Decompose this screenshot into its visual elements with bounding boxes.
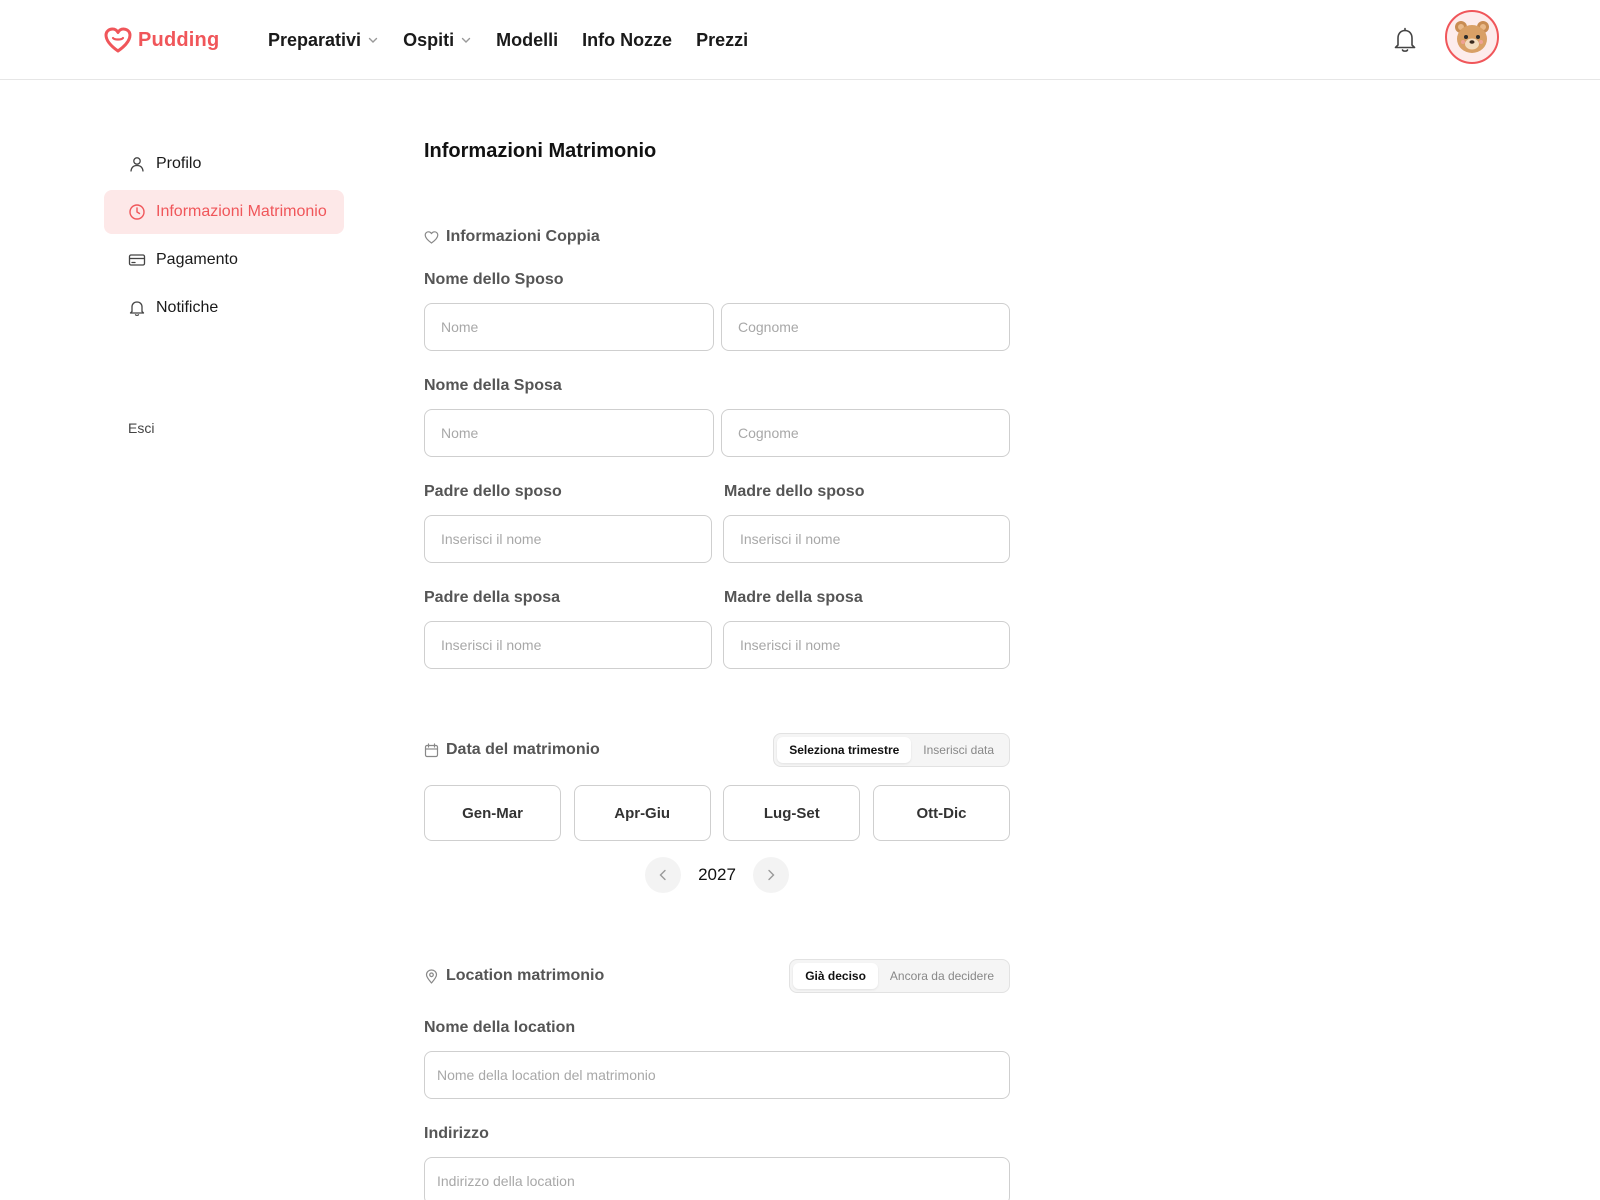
chevron-down-icon: [461, 37, 471, 43]
location-section-header: Location matrimonio Già deciso Ancora da…: [424, 959, 1010, 993]
location-section-title: Location matrimonio: [424, 967, 604, 985]
quarter-options: Gen-Mar Apr-Giu Lug-Set Ott-Dic: [424, 785, 1010, 841]
sidebar-item-profilo[interactable]: Profilo: [104, 142, 344, 186]
address-input[interactable]: [424, 1157, 1010, 1200]
logout-link[interactable]: Esci: [128, 420, 154, 436]
nav-label: Info Nozze: [582, 29, 673, 50]
couple-section-title: Informazioni Coppia: [424, 228, 600, 246]
address-label: Indirizzo: [424, 1125, 489, 1142]
groom-name-row: [424, 303, 1010, 351]
next-year-button[interactable]: [753, 857, 789, 893]
bride-parents-labels: Padre della sposa Madre della sposa: [424, 589, 1010, 607]
clock-icon: [129, 204, 145, 220]
bell-icon: [129, 301, 145, 317]
nav-item-info-nozze[interactable]: Info Nozze: [582, 30, 672, 51]
bride-name-row: [424, 409, 1010, 457]
chevron-right-icon: [768, 869, 775, 881]
bride-last-name-input[interactable]: [721, 409, 1010, 457]
groom-parents-row: [424, 515, 1010, 563]
groom-mother-input[interactable]: [723, 515, 1010, 563]
previous-year-button[interactable]: [645, 857, 681, 893]
brand-name: Pudding: [138, 28, 220, 51]
bride-father-label: Padre della sposa: [424, 589, 561, 606]
selected-year: 2027: [698, 865, 736, 884]
chevron-down-icon: [368, 37, 378, 43]
groom-parents-labels: Padre dello sposo Madre dello sposo: [424, 483, 1010, 501]
settings-sidebar: Profilo Informazioni Matrimonio Pagament…: [104, 142, 344, 334]
chevron-left-icon: [659, 869, 666, 881]
sidebar-item-label: Profilo: [156, 155, 202, 172]
year-selector: 2027: [424, 857, 1010, 893]
bride-mother-input[interactable]: [723, 621, 1010, 669]
top-header: Pudding Preparativi Ospiti Modelli Info …: [0, 0, 1600, 80]
main-content: Informazioni Matrimonio Informazioni Cop…: [424, 140, 1010, 1200]
heart-logo-icon: [104, 27, 132, 53]
sidebar-item-label: Pagamento: [156, 251, 238, 268]
nav-item-preparativi[interactable]: Preparativi: [268, 30, 379, 51]
section-title-text: Data del matrimonio: [446, 741, 600, 758]
sidebar-item-informazioni-matrimonio[interactable]: Informazioni Matrimonio: [104, 190, 344, 234]
toggle-enter-date[interactable]: Inserisci data: [911, 737, 1006, 763]
nav-item-modelli[interactable]: Modelli: [496, 30, 558, 51]
nav-label: Prezzi: [696, 29, 749, 50]
section-title-text: Informazioni Coppia: [446, 228, 600, 245]
toggle-already-decided[interactable]: Già deciso: [793, 963, 878, 989]
card-icon: [128, 254, 146, 266]
bell-icon[interactable]: [1392, 26, 1418, 54]
quarter-button-q4[interactable]: Ott-Dic: [872, 785, 1010, 841]
date-section-title: Data del matrimonio: [424, 741, 600, 759]
groom-name-label: Nome dello Sposo: [424, 271, 564, 288]
map-pin-icon: [425, 968, 438, 984]
nav-label: Ospiti: [403, 29, 455, 50]
location-name-label: Nome della location: [424, 1019, 576, 1036]
sidebar-item-label: Notifiche: [156, 299, 219, 316]
couple-section-header: Informazioni Coppia: [424, 220, 1010, 254]
bride-name-label: Nome della Sposa: [424, 377, 562, 394]
nav-item-prezzi[interactable]: Prezzi: [696, 30, 748, 51]
groom-father-label: Padre dello sposo: [424, 483, 562, 500]
sidebar-item-notifiche[interactable]: Notifiche: [104, 286, 344, 330]
location-status-toggle: Già deciso Ancora da decidere: [789, 959, 1010, 993]
date-mode-toggle: Seleziona trimestre Inserisci data: [773, 733, 1010, 767]
toggle-select-quarter[interactable]: Seleziona trimestre: [777, 737, 912, 763]
groom-first-name-input[interactable]: [424, 303, 714, 351]
nav-item-ospiti[interactable]: Ospiti: [403, 30, 472, 51]
location-name-input[interactable]: [424, 1051, 1010, 1099]
avatar[interactable]: [1445, 10, 1499, 64]
bride-first-name-input[interactable]: [424, 409, 714, 457]
section-title-text: Location matrimonio: [446, 967, 605, 984]
bear-avatar-icon: [1455, 21, 1489, 53]
groom-mother-label: Madre dello sposo: [724, 483, 865, 500]
date-section-header: Data del matrimonio Seleziona trimestre …: [424, 733, 1010, 767]
bride-parents-row: [424, 621, 1010, 669]
main-nav: Preparativi Ospiti Modelli Info Nozze Pr…: [268, 26, 772, 54]
sidebar-item-pagamento[interactable]: Pagamento: [104, 238, 344, 282]
heart-icon: [424, 230, 439, 244]
brand-logo[interactable]: Pudding: [104, 26, 219, 54]
quarter-button-q2[interactable]: Apr-Giu: [573, 785, 711, 841]
page-title: Informazioni Matrimonio: [424, 140, 657, 162]
sidebar-item-label: Informazioni Matrimonio: [156, 203, 327, 220]
nav-label: Modelli: [496, 29, 559, 50]
user-icon: [130, 157, 144, 172]
bride-father-input[interactable]: [424, 621, 712, 669]
quarter-button-q1[interactable]: Gen-Mar: [424, 785, 561, 841]
groom-father-input[interactable]: [424, 515, 712, 563]
nav-label: Preparativi: [268, 29, 362, 50]
toggle-still-to-decide[interactable]: Ancora da decidere: [878, 963, 1006, 989]
groom-last-name-input[interactable]: [721, 303, 1010, 351]
quarter-button-q3[interactable]: Lug-Set: [723, 785, 861, 841]
calendar-icon: [424, 742, 439, 757]
bride-mother-label: Madre della sposa: [724, 589, 863, 606]
